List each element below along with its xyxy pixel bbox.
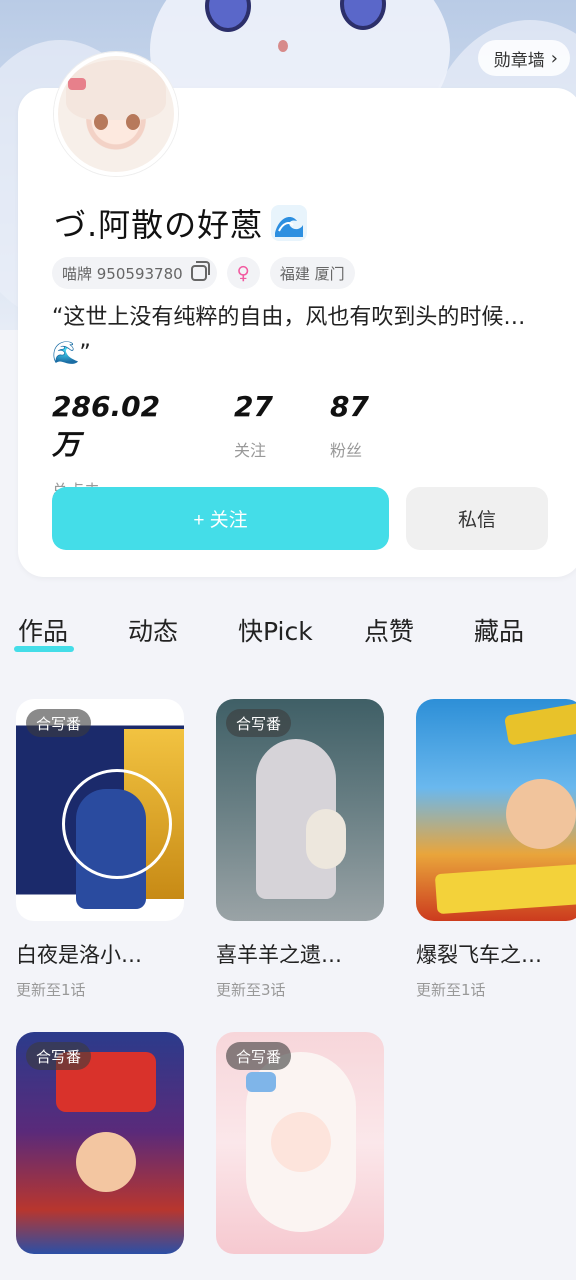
nickname-text: づ.阿散の好蒽: [54, 206, 264, 244]
user-id-chip[interactable]: 喵牌 950593780: [52, 257, 217, 289]
work-card[interactable]: 合写番: [16, 1032, 184, 1254]
tab-label: 藏品: [474, 617, 525, 646]
copy-icon[interactable]: [190, 261, 210, 281]
work-title: 爆裂飞车之…: [416, 943, 542, 967]
tab-quick-pick[interactable]: 快Pick: [238, 612, 313, 648]
work-card[interactable]: 合写番 喜羊羊之遗… 更新至3话: [216, 699, 384, 1000]
bio-text: “这世上没有纯粹的自由，风也有吹到头的时候…🌊”: [52, 305, 526, 366]
work-cover[interactable]: [416, 699, 576, 921]
stat-value: 87: [330, 390, 369, 423]
stat-total-clicks[interactable]: 286.02万 总点击: [52, 390, 160, 501]
tab-label: 作品: [18, 617, 69, 646]
work-badge: 合写番: [226, 709, 292, 737]
tab-label: 快Pick: [238, 617, 313, 646]
work-cover[interactable]: 合写番: [16, 1032, 184, 1254]
follow-button[interactable]: + 关注: [52, 487, 389, 550]
location-chip: 福建 厦门: [269, 257, 355, 289]
work-badge: 合写番: [226, 1042, 292, 1070]
work-cover[interactable]: 合写番: [216, 699, 384, 921]
medal-wall-label: 勋章墙: [493, 50, 545, 71]
active-tab-indicator: [14, 646, 74, 652]
stat-value: 286.02万: [52, 390, 161, 461]
content-tabs: 作品 动态 快Pick 点赞 藏品: [0, 612, 576, 660]
user-id-text: 喵牌 950593780: [62, 264, 183, 283]
work-subtitle: 更新至3话: [216, 981, 286, 999]
stat-followers[interactable]: 87 粉丝: [330, 390, 369, 461]
profile-info-chips: 喵牌 950593780 ♀ 福建 厦门: [52, 257, 355, 289]
work-subtitle: 更新至1话: [16, 981, 86, 999]
work-card[interactable]: 爆裂飞车之… 更新至1话: [416, 699, 576, 1000]
work-card[interactable]: 合写番 白夜是洛小… 更新至1话: [16, 699, 184, 1000]
gender-chip: ♀: [226, 257, 260, 289]
location-text: 福建 厦门: [279, 264, 345, 283]
work-cover[interactable]: 合写番: [16, 699, 184, 921]
chevron-right-icon: ›: [550, 47, 558, 69]
avatar[interactable]: [54, 52, 178, 176]
nickname: づ.阿散の好蒽: [54, 200, 309, 246]
tab-label: 动态: [128, 617, 179, 646]
wave-icon: [271, 205, 308, 241]
work-badge: 合写番: [26, 1042, 92, 1070]
tab-collections[interactable]: 藏品: [474, 612, 524, 648]
female-icon: ♀: [236, 262, 250, 284]
work-card[interactable]: 合写番: [216, 1032, 384, 1254]
work-title: 白夜是洛小…: [16, 943, 142, 967]
work-subtitle: 更新至1话: [416, 981, 486, 999]
tab-moments[interactable]: 动态: [128, 612, 178, 648]
tab-label: 点赞: [364, 617, 415, 646]
stat-label: 关注: [234, 441, 267, 460]
medal-wall-button[interactable]: 勋章墙 ›: [477, 40, 570, 76]
message-button[interactable]: 私信: [406, 487, 548, 550]
tab-likes[interactable]: 点赞: [364, 612, 414, 648]
stat-label: 粉丝: [330, 441, 363, 460]
work-cover[interactable]: 合写番: [216, 1032, 384, 1254]
stat-following[interactable]: 27 关注: [234, 390, 273, 461]
stat-value: 27: [234, 390, 273, 423]
tab-works[interactable]: 作品: [14, 612, 74, 652]
work-badge: 合写番: [26, 709, 92, 737]
work-title: 喜羊羊之遗…: [216, 943, 342, 967]
